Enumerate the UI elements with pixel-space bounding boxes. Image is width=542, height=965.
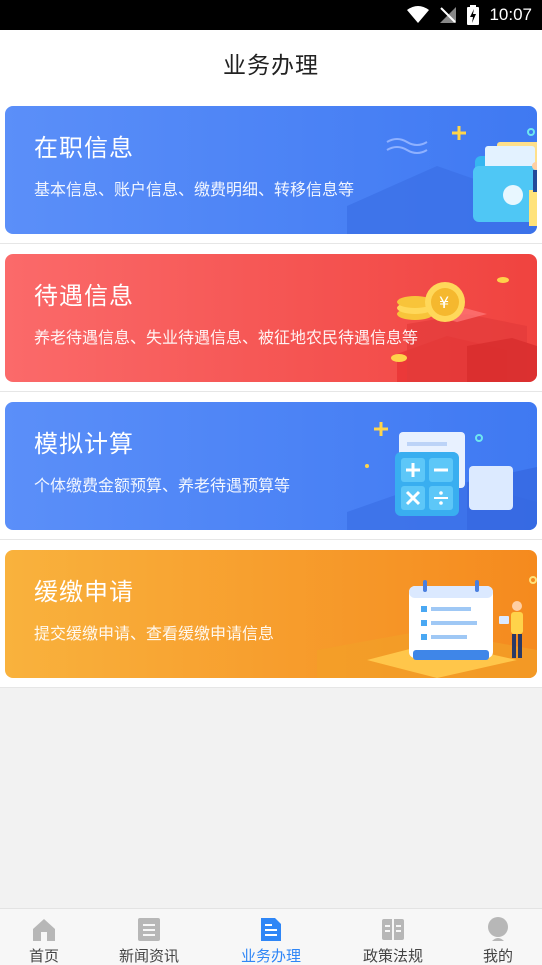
tab-label: 政策法规 [362,947,423,965]
status-icons: 10:07 [407,4,532,26]
header: 业务办理 [0,30,542,96]
card-row: 模拟计算 个体缴费金额预算、养老待遇预算等 [0,392,542,540]
bottom-tab-bar: 首页 新闻资讯 业务办理 政策法规 我的 [0,908,542,965]
business-icon [261,918,281,941]
card-description: 提交缓缴申请、查看缓缴申请信息 [34,624,275,643]
deferral-application-card[interactable]: 缓缴申请 提交缓缴申请、查看缓缴申请信息 [5,550,537,678]
profile-icon [488,917,508,941]
card-title: 在职信息 [34,134,134,162]
card-description: 个体缴费金额预算、养老待遇预算等 [34,476,291,495]
page-title: 业务办理 [223,53,319,79]
card-description: 养老待遇信息、失业待遇信息、被征地农民待遇信息等 [34,328,419,347]
tab-label: 首页 [28,947,59,965]
card-title: 待遇信息 [34,282,134,310]
status-bar: 10:07 [0,0,542,30]
tab-label: 我的 [482,947,513,965]
benefits-info-card[interactable]: 待遇信息 养老待遇信息、失业待遇信息、被征地农民待遇信息等 ¥ [5,254,537,382]
calendar-illustration-icon [317,576,537,678]
news-icon [138,918,160,941]
card-description: 基本信息、账户信息、缴费明细、转移信息等 [34,180,355,199]
tab-label: 业务办理 [240,947,301,965]
status-time: 10:07 [489,5,532,24]
tab-label: 新闻资讯 [118,947,179,965]
employment-info-card[interactable]: 在职信息 基本信息、账户信息、缴费明细、转移信息等 [5,106,537,234]
card-row: 缓缴申请 提交缓缴申请、查看缓缴申请信息 [0,540,542,688]
tab-home[interactable]: 首页 [24,909,64,965]
card-list: 在职信息 基本信息、账户信息、缴费明细、转移信息等 待遇信息 养老待遇信息、失业… [0,96,542,688]
simulation-calc-card[interactable]: 模拟计算 个体缴费金额预算、养老待遇预算等 [5,402,537,530]
card-row: 在职信息 基本信息、账户信息、缴费明细、转移信息等 [0,96,542,244]
card-row: 待遇信息 养老待遇信息、失业待遇信息、被征地农民待遇信息等 ¥ [0,244,542,392]
no-signal-icon [440,7,457,23]
card-title: 模拟计算 [34,430,134,458]
svg-text:¥: ¥ [439,293,449,312]
coins-illustration-icon: ¥ [391,277,537,382]
folder-illustration-icon [347,126,537,234]
policy-icon [382,919,404,940]
home-icon [33,919,55,941]
tab-policy[interactable]: 政策法规 [358,909,428,965]
tab-profile[interactable]: 我的 [478,909,518,965]
card-title: 缓缴申请 [34,578,134,606]
tab-business[interactable]: 业务办理 [236,909,306,965]
battery-charging-icon [467,5,480,25]
tab-news[interactable]: 新闻资讯 [114,909,184,965]
wifi-icon [407,6,430,23]
calculator-illustration-icon [347,422,537,530]
